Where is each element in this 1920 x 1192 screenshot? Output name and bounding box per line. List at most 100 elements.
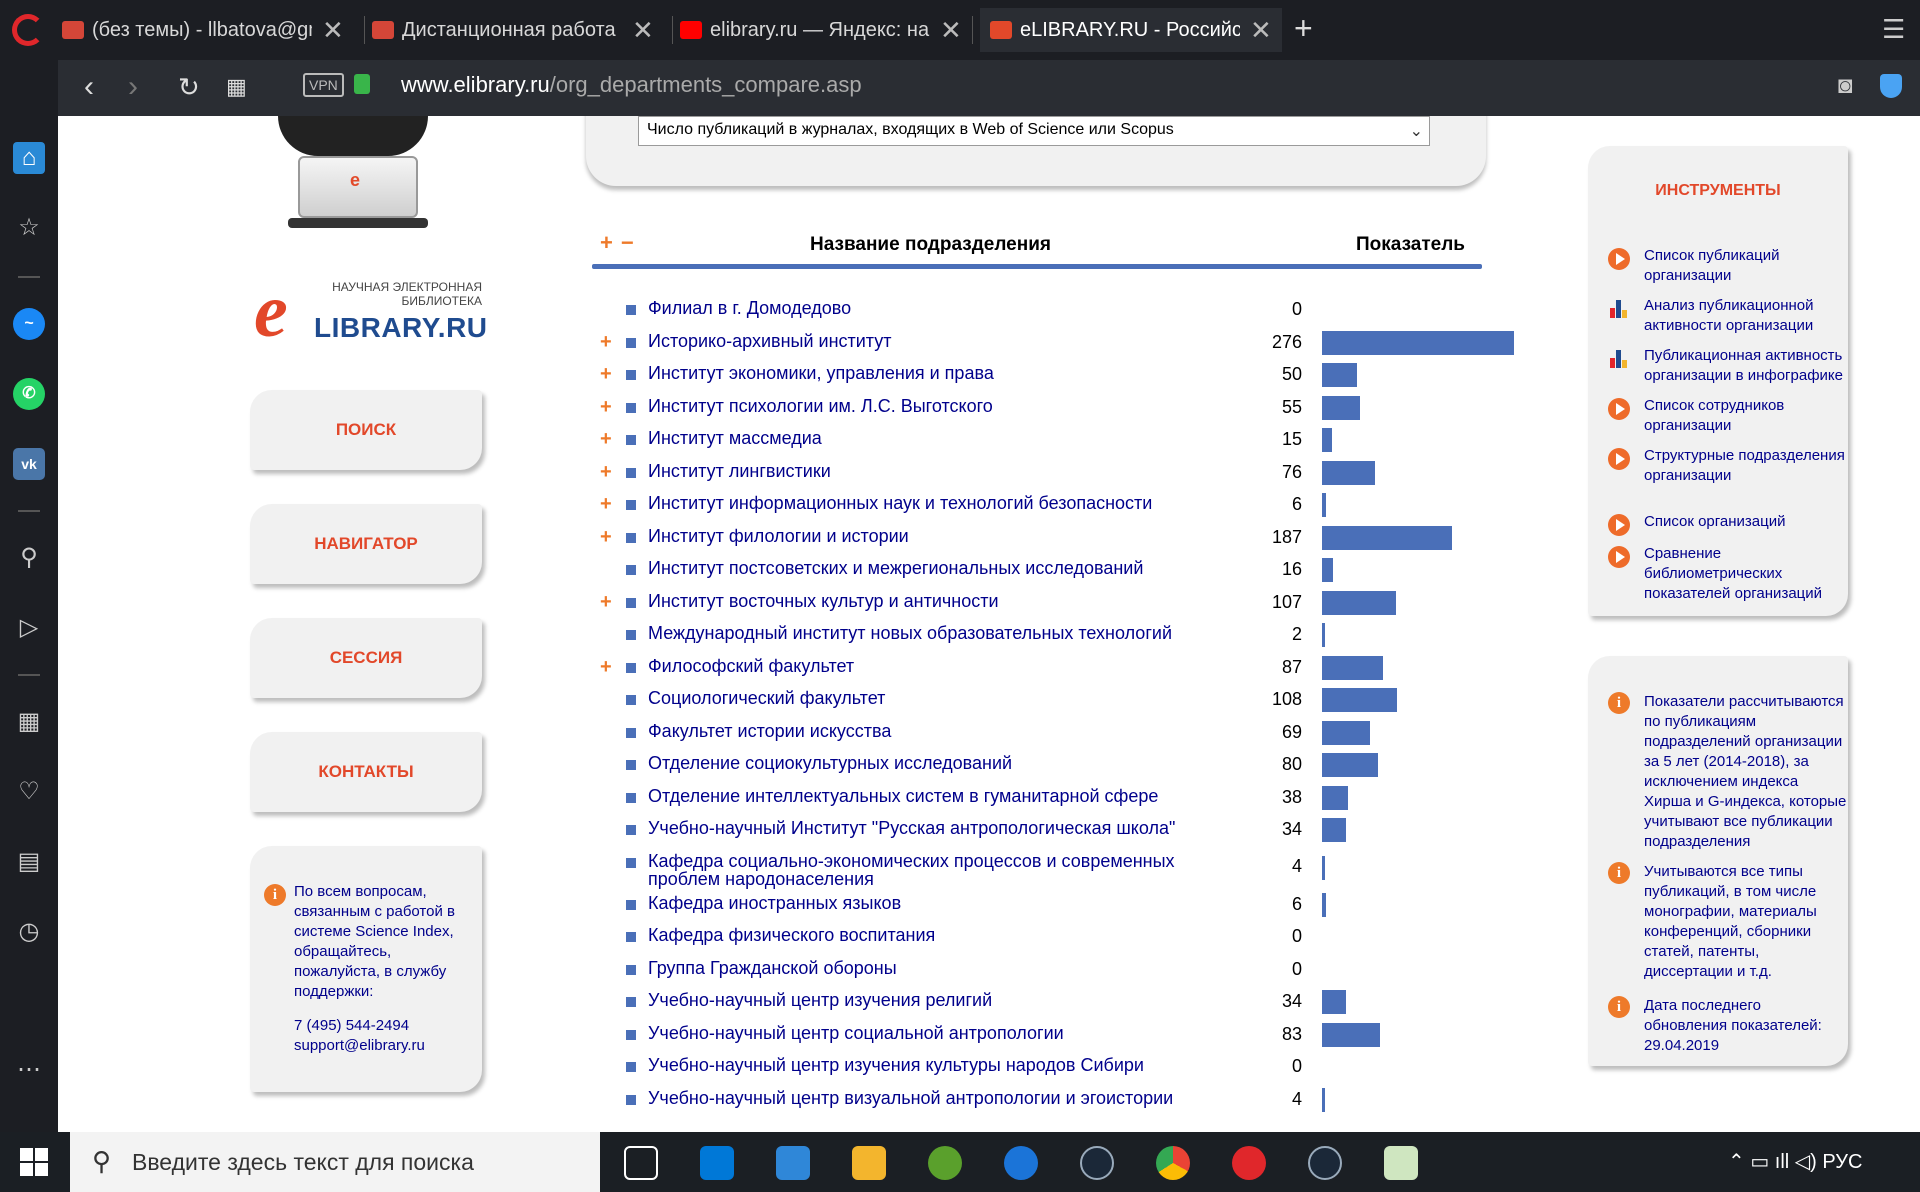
search-icon: ⚲	[92, 1146, 112, 1176]
expand-row-button[interactable]: +	[600, 331, 612, 354]
extensions-icon[interactable]: ▦	[13, 706, 45, 738]
taskbar-search[interactable]: ⚲ Введите здесь текст для поиска	[70, 1132, 600, 1192]
news-icon[interactable]: ▤	[13, 846, 45, 878]
expand-row-button[interactable]: +	[600, 526, 612, 549]
browser-tab[interactable]: (без темы) - llbatova@gm ✕	[62, 12, 344, 48]
file-explorer-icon[interactable]	[852, 1146, 886, 1180]
session-menu-button[interactable]: СЕССИЯ	[250, 618, 482, 698]
department-name[interactable]: Институт лингвистики	[648, 462, 1208, 480]
more-icon[interactable]: ⋯	[13, 1054, 45, 1086]
department-name[interactable]: Кафедра иностранных языков	[648, 894, 1208, 912]
department-name[interactable]: Институт экономики, управления и права	[648, 364, 1208, 382]
department-name[interactable]: Учебно-научный центр изучения религий	[648, 991, 1208, 1009]
department-name[interactable]: Философский факультет	[648, 657, 1208, 675]
expand-row-button[interactable]: +	[600, 493, 612, 516]
play-icon	[1608, 546, 1630, 568]
vk-icon[interactable]: vk	[13, 448, 45, 480]
opera-icon[interactable]	[1232, 1146, 1266, 1180]
department-name[interactable]: Институт постсоветских и межрегиональных…	[648, 559, 1208, 577]
department-name[interactable]: Историко-архивный институт	[648, 332, 1208, 350]
vpn-badge[interactable]: VPN	[303, 73, 344, 97]
heart-icon[interactable]: ♡	[13, 776, 45, 808]
lock-icon[interactable]	[354, 74, 370, 94]
steam-icon[interactable]	[1308, 1146, 1342, 1180]
forward-icon[interactable]: ›	[128, 70, 138, 104]
tab-menu-icon[interactable]: ☰	[1882, 14, 1905, 45]
department-name[interactable]: Международный институт новых образовател…	[648, 624, 1208, 642]
speed-dial-icon[interactable]: ▦	[226, 74, 247, 100]
search-menu-button[interactable]: ПОИСК	[250, 390, 482, 470]
messenger-icon[interactable]: ~	[13, 308, 45, 340]
back-icon[interactable]: ‹	[84, 70, 94, 104]
department-name[interactable]: Учебно-научный Институт "Русская антропо…	[648, 819, 1208, 837]
department-name[interactable]: Факультет истории искусства	[648, 722, 1208, 740]
steam-icon[interactable]	[1080, 1146, 1114, 1180]
department-name[interactable]: Кафедра социально-экономических процессо…	[648, 852, 1208, 888]
department-name[interactable]: Институт филологии и истории	[648, 527, 1208, 545]
support-email[interactable]: support@elibrary.ru	[294, 1036, 425, 1056]
new-tab-button[interactable]: +	[1294, 10, 1313, 47]
whatsapp-icon[interactable]: ✆	[13, 378, 45, 410]
column-header-name[interactable]: Название подразделения	[810, 234, 1051, 256]
home-icon[interactable]: ⌂	[13, 142, 45, 174]
row-bullet-icon	[626, 337, 636, 348]
expand-row-button[interactable]: +	[600, 591, 612, 614]
history-icon[interactable]: ◷	[13, 916, 45, 948]
expand-row-button[interactable]: +	[600, 363, 612, 386]
opera-logo-icon[interactable]	[12, 14, 44, 46]
department-name[interactable]: Отделение социокультурных исследований	[648, 754, 1208, 772]
department-name[interactable]: Институт информационных наук и технологи…	[648, 494, 1208, 512]
browser-tab[interactable]: elibrary.ru — Яндекс: нашл ✕	[680, 12, 962, 48]
url-field[interactable]: www.elibrary.ru/org_departments_compare.…	[401, 72, 862, 98]
department-value: 0	[1291, 958, 1302, 979]
department-name[interactable]: Кафедра физического воспитания	[648, 926, 1208, 944]
send-icon[interactable]: ▷	[13, 612, 45, 644]
department-name[interactable]: Учебно-научный центр изучения культуры н…	[648, 1056, 1208, 1074]
expand-row-button[interactable]: +	[600, 656, 612, 679]
close-tab-icon[interactable]: ✕	[940, 15, 962, 46]
expand-all-button[interactable]: +	[600, 230, 613, 255]
indicator-select[interactable]: Число публикаций в журналах, входящих в …	[638, 116, 1430, 146]
expand-row-button[interactable]: +	[600, 396, 612, 419]
column-header-value[interactable]: Показатель	[1356, 234, 1465, 256]
department-name[interactable]: Социологический факультет	[648, 689, 1208, 707]
browser-tab[interactable]: Дистанционная работа - I ✕	[372, 12, 654, 48]
department-name[interactable]: Институт восточных культур и античности	[648, 592, 1208, 610]
elibrary-logo[interactable]: e НАУЧНАЯ ЭЛЕКТРОННАЯ БИБЛИОТЕКА LIBRARY…	[254, 273, 487, 356]
browser-tab[interactable]: eLIBRARY.RU - Российский ✕	[980, 8, 1282, 52]
windows-start-icon[interactable]	[20, 1148, 48, 1176]
navigator-menu-button[interactable]: НАВИГАТОР	[250, 504, 482, 584]
archive-icon[interactable]	[1384, 1146, 1418, 1180]
department-name[interactable]: Институт массмедиа	[648, 429, 1208, 447]
department-value: 55	[1281, 396, 1302, 417]
search-icon[interactable]: ⚲	[13, 542, 45, 574]
table-row: + Институт информационных наук и технолог…	[592, 489, 1492, 522]
expand-row-button[interactable]: +	[600, 428, 612, 451]
task-view-icon[interactable]	[624, 1146, 658, 1180]
department-name[interactable]: Учебно-научный центр социальной антропол…	[648, 1024, 1208, 1042]
reload-icon[interactable]: ↻	[178, 72, 200, 103]
collapse-all-button[interactable]: −	[621, 230, 634, 255]
adblock-shield-icon[interactable]	[1880, 74, 1902, 98]
expand-row-button[interactable]: +	[600, 461, 612, 484]
language-indicator[interactable]: РУС	[1822, 1151, 1862, 1173]
department-name[interactable]: Учебно-научный центр визуальной антропол…	[648, 1089, 1208, 1107]
close-tab-icon[interactable]: ✕	[632, 15, 654, 46]
browser-tab-bar: (без темы) - llbatova@gm ✕ Дистанционная р…	[0, 0, 1920, 60]
close-tab-icon[interactable]: ✕	[1250, 15, 1272, 46]
department-name[interactable]: Отделение интеллектуальных систем в гума…	[648, 787, 1208, 805]
info-icon: i	[264, 884, 286, 906]
department-name[interactable]: Филиал в г. Домодедово	[648, 299, 1208, 317]
chrome-icon[interactable]	[1156, 1146, 1190, 1180]
department-name[interactable]: Группа Гражданской обороны	[648, 959, 1208, 977]
system-tray[interactable]: ⌃ ▭ ıll ◁) РУС	[1728, 1149, 1862, 1174]
contacts-menu-button[interactable]: КОНТАКТЫ	[250, 732, 482, 812]
store-icon[interactable]	[700, 1146, 734, 1180]
utorrent-icon[interactable]	[928, 1146, 962, 1180]
edge-icon[interactable]	[1004, 1146, 1038, 1180]
snapshot-icon[interactable]: ◙	[1838, 72, 1853, 100]
department-name[interactable]: Институт психологии им. Л.С. Выготского	[648, 397, 1208, 415]
bookmarks-icon[interactable]: ☆	[13, 212, 45, 244]
close-tab-icon[interactable]: ✕	[322, 15, 344, 46]
mail-icon[interactable]	[776, 1146, 810, 1180]
